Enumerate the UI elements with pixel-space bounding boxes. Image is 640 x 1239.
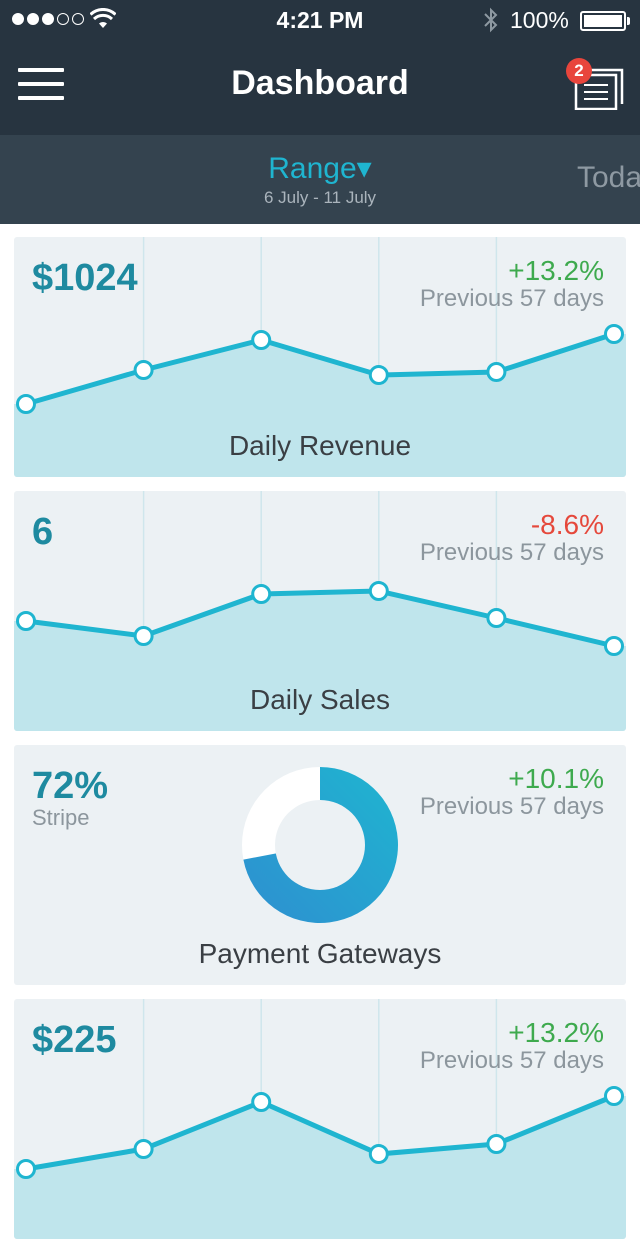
data-point xyxy=(133,626,154,646)
revenue-period: Previous 57 days xyxy=(419,285,604,312)
gateway-change: +10.1% xyxy=(508,763,604,794)
revenue-title: Daily Revenue xyxy=(228,430,412,461)
fourth-metric-value: $225 xyxy=(32,1019,117,1061)
data-point xyxy=(604,1086,624,1106)
data-point xyxy=(133,1139,154,1159)
data-point xyxy=(604,324,624,344)
data-point xyxy=(368,1144,389,1164)
sales-card[interactable]: 6 -8.6% Previous 57 days Daily Sales xyxy=(14,491,626,731)
data-point xyxy=(368,581,389,601)
notifications-button[interactable]: 2 xyxy=(566,58,626,110)
range-label: Range▾ xyxy=(268,152,372,185)
range-selector-bar: Range▾ 6 July - 11 July Today xyxy=(0,135,640,224)
data-point xyxy=(251,330,272,350)
payment-gateways-donut xyxy=(242,767,398,923)
revenue-change: +13.2% xyxy=(508,255,604,286)
page-title: Dashboard xyxy=(231,64,409,102)
data-point xyxy=(368,365,389,385)
data-point xyxy=(604,636,624,656)
gateway-value: 72% xyxy=(32,765,109,807)
payment-gateways-card[interactable]: 72% Stripe +10.1% Previous 57 days Payme… xyxy=(14,745,626,985)
navigation-bar: Dashboard 2 xyxy=(0,40,640,135)
notification-badge: 2 xyxy=(566,58,592,84)
gateway-title: Payment Gateways xyxy=(198,938,442,969)
sales-change: -8.6% xyxy=(530,509,604,540)
gateway-period: Previous 57 days xyxy=(419,793,604,820)
revenue-value: $1024 xyxy=(32,257,138,299)
sales-value: 6 xyxy=(32,511,54,553)
battery-percentage: 100% xyxy=(510,7,569,33)
sales-title: Daily Sales xyxy=(249,684,391,715)
data-point xyxy=(133,360,154,380)
data-point xyxy=(251,1092,272,1112)
data-point xyxy=(16,611,36,631)
range-dates: 6 July - 11 July xyxy=(263,188,377,207)
data-point xyxy=(16,394,36,414)
range-dropdown[interactable]: Range▾ 6 July - 11 July xyxy=(200,151,440,208)
data-point xyxy=(486,608,507,628)
status-bar: 4:21 PM 100% xyxy=(0,0,640,40)
revenue-card[interactable]: $1024 +13.2% Previous 57 days Daily Reve… xyxy=(14,237,626,477)
sales-period: Previous 57 days xyxy=(419,539,604,566)
donut-hole xyxy=(275,800,365,890)
data-point xyxy=(486,362,507,382)
fourth-metric-change: +13.2% xyxy=(508,1017,604,1048)
data-point xyxy=(16,1159,36,1179)
battery-icon xyxy=(580,11,630,31)
gateway-value-label: Stripe xyxy=(32,805,90,830)
data-point xyxy=(251,584,272,604)
fourth-metric-period: Previous 57 days xyxy=(419,1047,604,1074)
fourth-metric-card[interactable]: $225 +13.2% Previous 57 days xyxy=(14,999,626,1239)
bluetooth-icon xyxy=(484,7,498,33)
area-fill xyxy=(14,1096,626,1239)
data-point xyxy=(486,1134,507,1154)
tab-today[interactable]: Today xyxy=(577,161,640,195)
